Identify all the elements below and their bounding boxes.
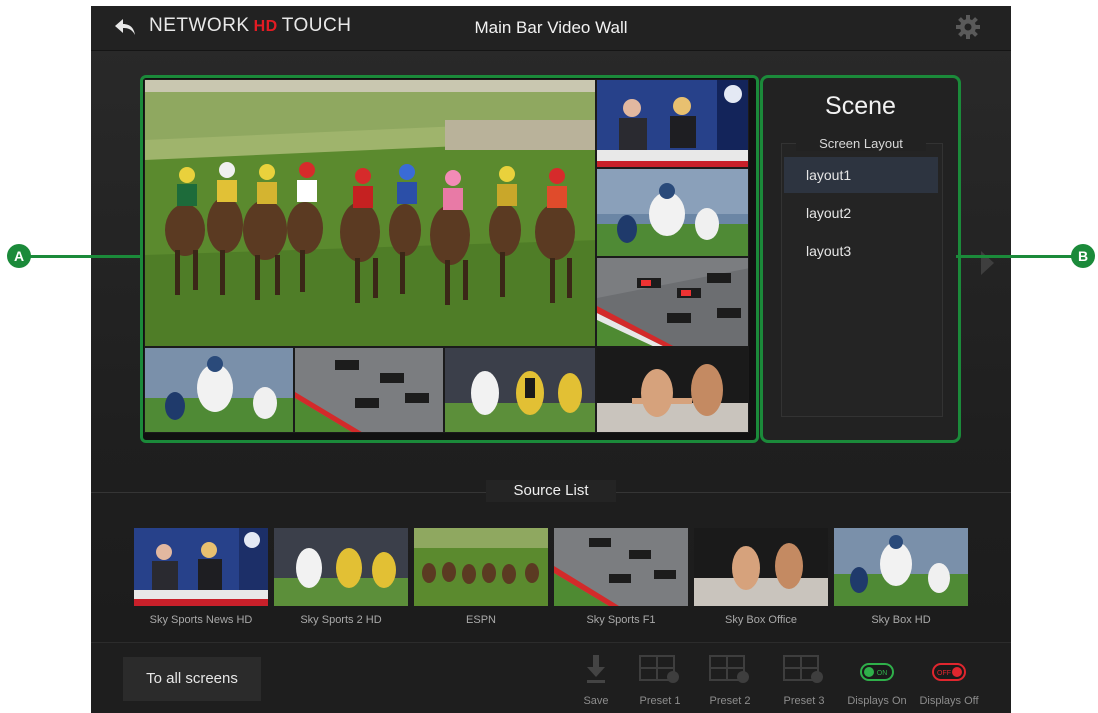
source-thumb-sky-sports-2[interactable]	[274, 528, 408, 606]
wall-tile-news[interactable]	[596, 79, 749, 168]
mma-image	[597, 348, 748, 432]
f1-image	[597, 258, 748, 346]
preset-3-label: Preset 3	[783, 695, 825, 707]
mma-thumb	[694, 528, 828, 606]
source-label: ESPN	[466, 614, 496, 626]
save-label: Save	[583, 695, 609, 707]
football-image-2	[145, 348, 293, 432]
source-label: Sky Sports 2 HD	[300, 614, 382, 626]
news-studio-thumb	[134, 528, 268, 606]
f1-thumb	[554, 528, 688, 606]
football-thumb-2	[834, 528, 968, 606]
screen-layout-list: Screen Layout layout1 layout2 layout3	[781, 136, 943, 417]
callout-b-line	[956, 255, 1074, 258]
wall-tile-football-2[interactable]	[144, 347, 294, 433]
wall-tile-mma[interactable]	[596, 347, 749, 433]
preset-3-icon[interactable]	[783, 655, 825, 685]
source-thumb-espn[interactable]	[414, 528, 548, 606]
football-image	[597, 169, 748, 256]
source-thumb-sky-sports-f1[interactable]	[554, 528, 688, 606]
app-window: NETWORK HD TOUCH Main Bar Video Wall Sce…	[91, 6, 1011, 713]
toggle-on-text: ON	[877, 670, 888, 677]
wall-tile-horse-racing[interactable]	[144, 79, 596, 347]
preset-2-icon[interactable]	[709, 655, 751, 685]
displays-off-toggle-icon[interactable]: OFF	[932, 663, 966, 681]
football-image-3	[445, 348, 595, 432]
layout-item-1[interactable]: layout1	[784, 157, 938, 193]
horse-racing-thumb	[414, 528, 548, 606]
source-thumb-sky-box-hd[interactable]	[834, 528, 968, 606]
chevron-right-icon[interactable]	[977, 248, 997, 278]
preset-1-label: Preset 1	[639, 695, 681, 707]
video-wall	[144, 79, 749, 433]
layout-item-3[interactable]: layout3	[784, 233, 938, 269]
gear-icon[interactable]	[955, 14, 981, 40]
preset-2-label: Preset 2	[709, 695, 751, 707]
source-thumb-sky-sports-news[interactable]	[134, 528, 268, 606]
source-thumb-sky-box-office[interactable]	[694, 528, 828, 606]
page-title: Main Bar Video Wall	[474, 18, 628, 37]
wall-tile-f1[interactable]	[596, 257, 749, 347]
callout-b-badge: B	[1071, 244, 1095, 268]
horse-racing-image	[145, 80, 595, 346]
scene-title: Scene	[825, 92, 896, 120]
wall-tile-football-3[interactable]	[444, 347, 596, 433]
callout-a-badge: A	[7, 244, 31, 268]
displays-on-label: Displays On	[847, 695, 907, 707]
source-list-title: Source List	[486, 480, 616, 502]
source-label: Sky Box HD	[871, 614, 931, 626]
toggle-off-text: OFF	[937, 670, 951, 677]
bottom-toolbar: To all screens Save Preset 1 Preset 2 Pr…	[91, 642, 1011, 713]
preset-1-icon[interactable]	[639, 655, 681, 685]
save-icon[interactable]	[585, 655, 607, 685]
source-label: Sky Sports News HD	[149, 614, 253, 626]
football-thumb	[274, 528, 408, 606]
wall-tile-f1-2[interactable]	[294, 347, 444, 433]
top-bar: NETWORK HD TOUCH Main Bar Video Wall	[91, 6, 1011, 51]
source-label: Sky Box Office	[725, 614, 797, 626]
f1-image-2	[295, 348, 443, 432]
callout-a-line	[30, 255, 142, 258]
wall-tile-football[interactable]	[596, 168, 749, 257]
to-all-screens-button[interactable]: To all screens	[123, 657, 261, 701]
layout-item-2[interactable]: layout2	[784, 195, 938, 231]
scene-panel: Scene Screen Layout layout1 layout2 layo…	[760, 75, 961, 443]
news-studio-image	[597, 80, 748, 167]
displays-off-label: Displays Off	[919, 695, 979, 707]
displays-on-toggle-icon[interactable]: ON	[860, 663, 894, 681]
screen-layout-label: Screen Layout	[796, 136, 926, 151]
source-label: Sky Sports F1	[586, 614, 656, 626]
